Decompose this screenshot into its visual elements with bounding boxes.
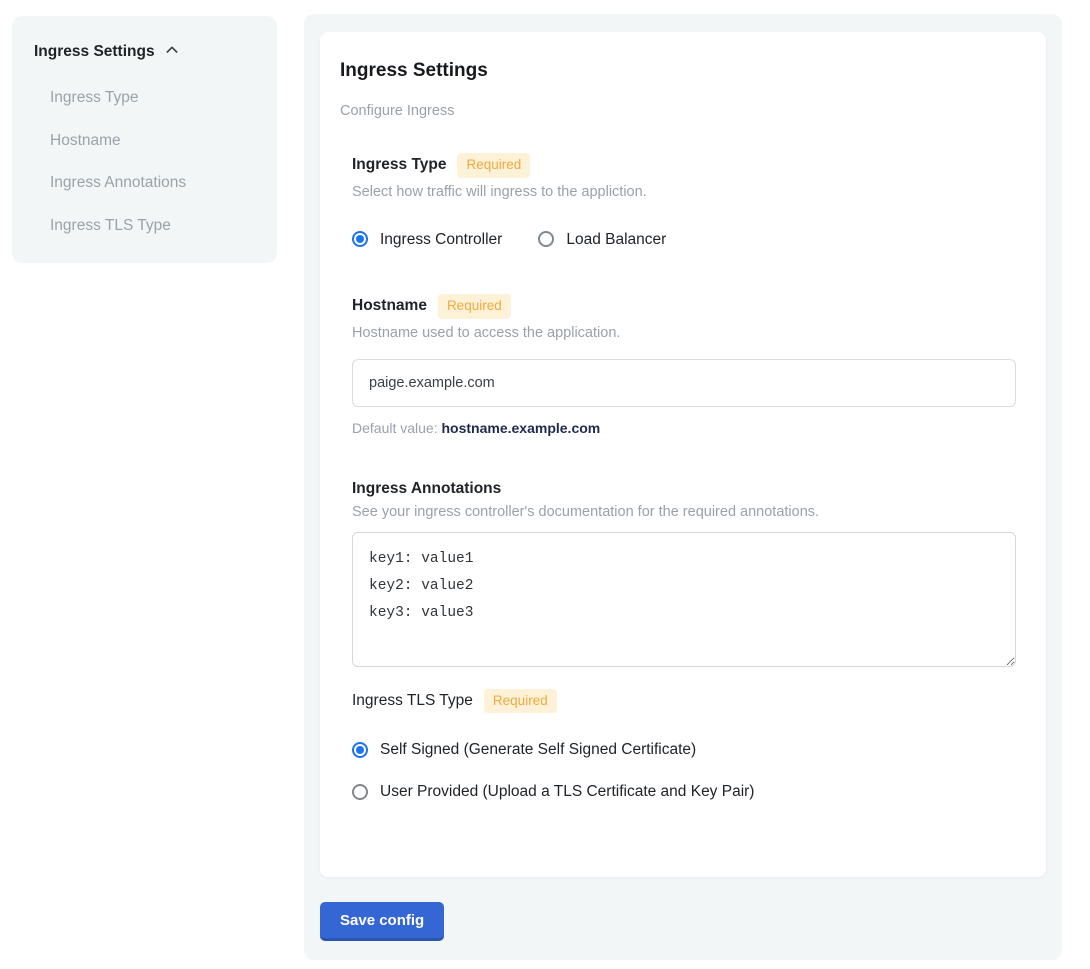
field-hostname-header: Hostname Required (352, 294, 1016, 319)
field-ingress-annotations-description: See your ingress controller's documentat… (352, 504, 1016, 520)
required-badge: Required (438, 294, 511, 319)
field-hostname-label: Hostname (352, 297, 427, 315)
field-hostname: Hostname Required Hostname used to acces… (352, 294, 1016, 436)
save-row: Save config (320, 902, 1046, 941)
radio-load-balancer[interactable]: Load Balancer (538, 229, 666, 251)
page-title: Ingress Settings (340, 60, 1026, 82)
field-ingress-type: Ingress Type Required Select how traffic… (352, 153, 1016, 250)
hostname-input[interactable] (352, 359, 1016, 407)
hostname-default-helper: Default value: hostname.example.com (352, 420, 1016, 436)
sidebar-item-ingress-annotations[interactable]: Ingress Annotations (50, 175, 257, 191)
sidebar-item-ingress-type[interactable]: Ingress Type (50, 90, 257, 106)
radio-ingress-controller-label: Ingress Controller (380, 229, 502, 251)
field-ingress-type-label: Ingress Type (352, 156, 446, 174)
radio-self-signed[interactable]: Self Signed (Generate Self Signed Certif… (352, 739, 1016, 761)
sidebar-items: Ingress Type Hostname Ingress Annotation… (34, 90, 257, 233)
hostname-default-value: hostname.example.com (442, 420, 601, 436)
page-subtitle: Configure Ingress (340, 103, 1026, 119)
sidebar-item-hostname[interactable]: Hostname (50, 133, 257, 149)
field-hostname-description: Hostname used to access the application. (352, 325, 1016, 341)
settings-sidebar: Ingress Settings Ingress Type Hostname I… (12, 16, 277, 263)
radio-button-icon[interactable] (352, 231, 368, 247)
field-ingress-tls-type-header: Ingress TLS Type Required (352, 689, 1016, 714)
chevron-up-icon (164, 40, 180, 63)
ingress-settings-card: Ingress Settings Configure Ingress Ingre… (320, 32, 1046, 877)
ingress-annotations-textarea[interactable]: key1: value1 key2: value2 key3: value3 (352, 532, 1016, 667)
ingress-tls-radio-group: Self Signed (Generate Self Signed Certif… (352, 739, 1016, 802)
field-ingress-type-description: Select how traffic will ingress to the a… (352, 184, 1016, 200)
required-badge: Required (457, 153, 530, 178)
radio-user-provided[interactable]: User Provided (Upload a TLS Certificate … (352, 781, 1016, 803)
field-ingress-tls-type: Ingress TLS Type Required Self Signed (G… (352, 689, 1016, 803)
radio-load-balancer-label: Load Balancer (566, 229, 666, 251)
field-ingress-annotations: Ingress Annotations See your ingress con… (352, 480, 1016, 667)
radio-user-provided-label: User Provided (Upload a TLS Certificate … (380, 781, 754, 803)
save-config-button[interactable]: Save config (320, 902, 444, 941)
field-ingress-type-header: Ingress Type Required (352, 153, 1016, 178)
radio-ingress-controller[interactable]: Ingress Controller (352, 229, 502, 251)
page: Ingress Settings Ingress Type Hostname I… (0, 0, 1090, 960)
field-ingress-tls-type-label: Ingress TLS Type (352, 692, 473, 710)
radio-button-icon[interactable] (352, 742, 368, 758)
sidebar-section-toggle[interactable]: Ingress Settings (34, 40, 257, 63)
radio-button-icon[interactable] (538, 231, 554, 247)
sidebar-section-title: Ingress Settings (34, 43, 155, 61)
required-badge: Required (484, 689, 557, 714)
radio-button-icon[interactable] (352, 784, 368, 800)
settings-panel: Ingress Settings Configure Ingress Ingre… (304, 14, 1062, 960)
field-ingress-annotations-header: Ingress Annotations (352, 480, 1016, 498)
sidebar-item-ingress-tls-type[interactable]: Ingress TLS Type (50, 218, 257, 234)
radio-self-signed-label: Self Signed (Generate Self Signed Certif… (380, 739, 696, 761)
field-ingress-annotations-label: Ingress Annotations (352, 480, 501, 498)
ingress-type-radio-group: Ingress Controller Load Balancer (352, 229, 1016, 251)
hostname-default-label: Default value: (352, 420, 442, 436)
